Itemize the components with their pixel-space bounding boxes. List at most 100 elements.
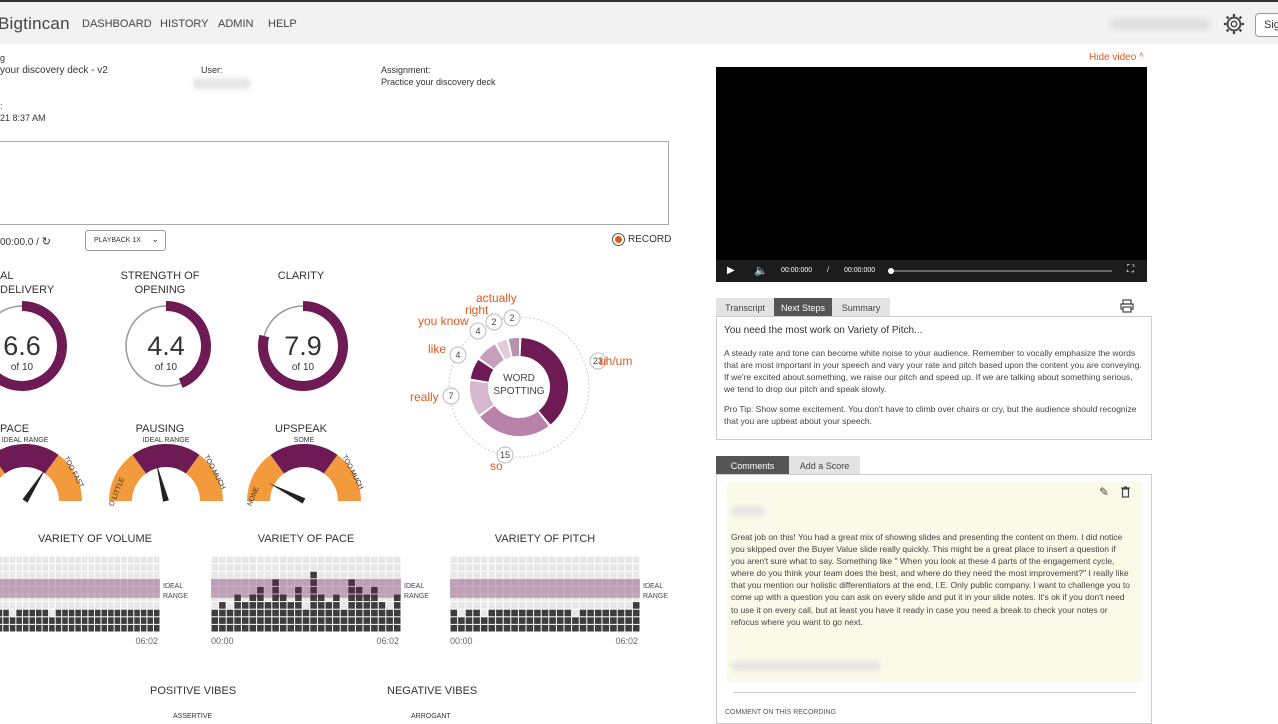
variety-cell bbox=[473, 564, 480, 571]
next-steps-tip: Pro Tip: Show some excitement. You don't… bbox=[724, 404, 1137, 426]
variety-cell bbox=[29, 617, 36, 624]
gauge-value: 4.4 bbox=[147, 331, 185, 361]
tab-next-steps[interactable]: Next Steps bbox=[774, 298, 832, 316]
refresh-icon[interactable]: ↻ bbox=[42, 236, 51, 248]
variety-cell bbox=[511, 609, 518, 617]
word-segment bbox=[470, 359, 494, 383]
variety-cell bbox=[310, 609, 317, 617]
variety-cell bbox=[579, 571, 587, 579]
variety-cell bbox=[16, 602, 22, 609]
variety-cell bbox=[534, 564, 541, 571]
playback-speed-value: PLAYBACK 1X bbox=[94, 237, 141, 244]
variety-cell bbox=[0, 609, 3, 617]
word-segment bbox=[508, 338, 520, 357]
variety-cell bbox=[147, 571, 153, 579]
variety-cell bbox=[22, 624, 29, 632]
variety-cell bbox=[549, 617, 556, 624]
variety-cell bbox=[114, 602, 121, 609]
nav-help[interactable]: HELP bbox=[268, 18, 297, 30]
tab-comments[interactable]: Comments bbox=[716, 456, 789, 474]
variety-cell bbox=[108, 556, 114, 564]
word-count: 4 bbox=[475, 326, 480, 336]
gear-icon[interactable] bbox=[1223, 13, 1245, 35]
word-segment bbox=[480, 405, 549, 436]
variety-cell bbox=[226, 624, 234, 632]
brand-logo[interactable]: Bigtincan bbox=[0, 14, 70, 34]
variety-cell bbox=[264, 571, 272, 579]
variety-cell bbox=[134, 564, 140, 571]
variety-cell bbox=[68, 556, 75, 564]
variety-cell bbox=[36, 624, 42, 632]
hide-video-link[interactable]: Hide video ^ bbox=[1089, 52, 1144, 63]
variety-cell bbox=[625, 564, 632, 571]
variety-cell bbox=[602, 609, 610, 617]
play-icon[interactable]: ▶ bbox=[727, 265, 735, 276]
tab-summary[interactable]: Summary bbox=[832, 298, 890, 316]
transcript-box[interactable] bbox=[0, 141, 669, 225]
variety-cell bbox=[511, 624, 518, 632]
user-name-redacted[interactable] bbox=[1110, 18, 1210, 30]
variety-cell bbox=[625, 617, 632, 624]
word-spotting-chart: 23uh/um15so7really4like4you know 2right2a… bbox=[410, 291, 632, 473]
variety-cell bbox=[94, 602, 101, 609]
variety-cell bbox=[371, 571, 378, 579]
variety-cell bbox=[75, 556, 81, 564]
variety-cell bbox=[295, 602, 302, 609]
volume-icon[interactable]: 🔈 bbox=[754, 264, 768, 277]
variety-cell bbox=[378, 556, 386, 564]
nav-history[interactable]: HISTORY bbox=[160, 18, 209, 30]
variety-cell bbox=[234, 571, 241, 579]
clarity-label: CLARITY bbox=[277, 270, 325, 282]
seek-bar[interactable] bbox=[890, 270, 1112, 272]
variety-cell bbox=[140, 602, 147, 609]
opening-label: STRENGTH OF OPENING bbox=[120, 270, 200, 296]
recording-title: your discovery deck - v2 bbox=[0, 65, 108, 76]
variety-cell bbox=[287, 617, 295, 624]
variety-cell bbox=[518, 564, 526, 571]
variety-cell bbox=[153, 564, 160, 571]
variety-cell bbox=[295, 564, 302, 571]
variety-cell bbox=[3, 564, 9, 571]
delete-icon[interactable] bbox=[1120, 486, 1131, 498]
variety-cell bbox=[632, 564, 640, 571]
edit-icon[interactable]: ✎ bbox=[1099, 485, 1109, 499]
variety-title: VARIETY OF PACE bbox=[258, 533, 355, 545]
tab-transcript[interactable]: Transcript bbox=[716, 298, 774, 316]
variety-cell bbox=[211, 602, 219, 609]
variety-cell bbox=[241, 609, 249, 617]
sign-out-button[interactable]: Sig bbox=[1255, 13, 1278, 37]
variety-cell bbox=[9, 609, 16, 617]
record-button[interactable]: RECORD bbox=[612, 233, 671, 246]
variety-cell bbox=[127, 617, 134, 624]
variety-cell bbox=[594, 564, 602, 571]
variety-cell bbox=[317, 564, 325, 571]
gauge-of: of 10 bbox=[155, 362, 178, 373]
variety-cell bbox=[49, 624, 55, 632]
nav-dashboard[interactable]: DASHBOARD bbox=[82, 18, 152, 30]
variety-cell bbox=[36, 609, 42, 617]
variety-cell bbox=[480, 617, 488, 624]
variety-cell bbox=[134, 624, 140, 632]
print-icon[interactable] bbox=[1120, 299, 1134, 313]
playback-speed-select[interactable]: PLAYBACK 1X ⌄ bbox=[85, 230, 166, 251]
fullscreen-icon[interactable]: ⛶ bbox=[1127, 264, 1134, 275]
recording-label: g bbox=[0, 53, 6, 63]
variety-cell bbox=[302, 556, 310, 564]
variety-cell bbox=[0, 602, 3, 609]
variety-cell bbox=[42, 609, 49, 617]
nav-admin[interactable]: ADMIN bbox=[218, 18, 253, 30]
variety-cell bbox=[147, 556, 153, 564]
video-controls: ▶ 🔈 00:00:000 / 00:00:000 ⛶ bbox=[716, 260, 1147, 282]
video-player[interactable]: ▶ 🔈 00:00:000 / 00:00:000 ⛶ bbox=[716, 67, 1147, 282]
variety-cell bbox=[556, 564, 564, 571]
word-label: so bbox=[490, 459, 503, 473]
variety-cell bbox=[450, 617, 458, 624]
variety-cell bbox=[572, 602, 579, 609]
variety-cell bbox=[234, 624, 241, 632]
seek-handle[interactable] bbox=[888, 268, 894, 274]
variety-cell bbox=[302, 602, 310, 609]
tab-add-score[interactable]: Add a Score bbox=[789, 456, 860, 474]
variety-cell bbox=[610, 617, 617, 624]
variety-cell bbox=[503, 617, 511, 624]
variety-cell bbox=[88, 564, 94, 571]
